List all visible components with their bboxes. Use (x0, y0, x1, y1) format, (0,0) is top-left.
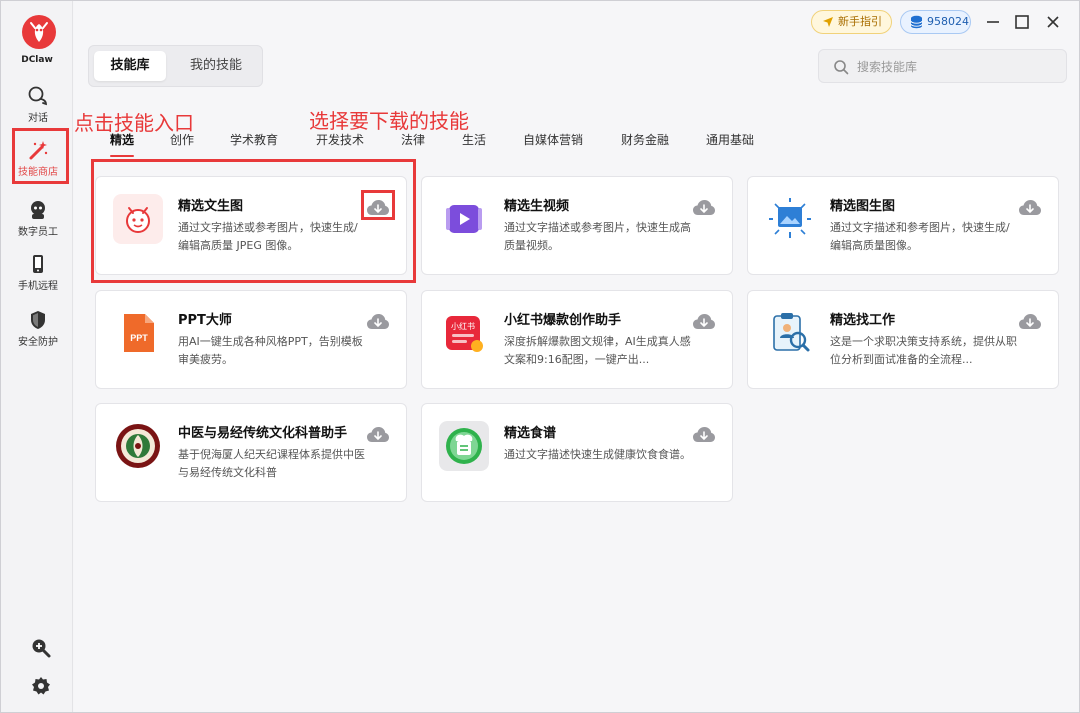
sidebar-item-phone-remote[interactable]: 手机远程 (9, 249, 67, 301)
highlight-box-download (361, 190, 395, 220)
sidebar: DClaw 对话 技能商店 数字员工 手机远程 安全防护 (1, 1, 73, 712)
cloud-download-icon[interactable] (366, 424, 390, 446)
tab-category-life[interactable]: 生活 (462, 131, 486, 148)
sidebar-item-digital-staff[interactable]: 数字员工 (9, 195, 67, 247)
app-name: DClaw (21, 55, 53, 65)
send-arrow-icon (823, 17, 833, 27)
tab-category-academic[interactable]: 学术教育 (230, 131, 278, 148)
highlight-box-skill-entry (12, 128, 69, 184)
skill-card[interactable]: 小红书 小红书爆款创作助手 深度拆解爆款图文规律，AI生成真人感文案和9:16配… (421, 290, 733, 389)
skill-title: PPT大师 (178, 313, 232, 328)
maximize-icon[interactable] (1013, 13, 1031, 31)
chef-recipe-icon (439, 421, 489, 471)
tab-category-law[interactable]: 法律 (401, 131, 425, 148)
skill-card[interactable]: 精选生视频 通过文字描述或参考图片，快速生成高质量视频。 (421, 176, 733, 275)
skill-card[interactable]: 中医与易经传统文化科普助手 基于倪海厦人纪天纪课程体系提供中医与易经传统文化科普 (95, 403, 407, 502)
cloud-download-icon[interactable] (692, 197, 716, 219)
tab-category-featured[interactable]: 精选 (110, 131, 134, 148)
skill-title: 中医与易经传统文化科普助手 (178, 426, 348, 441)
sidebar-item-label: 对话 (28, 113, 48, 124)
tab-category-dev[interactable]: 开发技术 (316, 131, 364, 148)
robot-icon (31, 201, 45, 219)
image-transform-icon (765, 194, 815, 244)
svg-text:PPT: PPT (130, 333, 148, 343)
tab-category-finance[interactable]: 财务金融 (621, 131, 669, 148)
close-icon[interactable] (1044, 13, 1062, 31)
cloud-download-icon[interactable] (692, 424, 716, 446)
guide-button[interactable]: 新手指引 (811, 10, 892, 34)
skill-description: 这是一个求职决策支持系统，提供从职位分析到面试准备的全流程... (830, 335, 1017, 366)
search-icon (834, 60, 849, 75)
resume-search-icon (765, 308, 815, 358)
credits-value: 958024 (927, 15, 969, 28)
skill-card[interactable]: 精选食谱 通过文字描述快速生成健康饮食食谱。 (421, 403, 733, 502)
tcm-seal-icon (113, 421, 163, 471)
chat-icon (28, 86, 47, 106)
annotation-select-download: 选择要下载的技能 (309, 109, 469, 133)
sidebar-item-chat[interactable]: 对话 (9, 81, 67, 133)
skill-description: 通过文字描述或参考图片，快速生成高质量视频。 (504, 221, 691, 252)
active-tab-underline (110, 155, 134, 157)
tab-category-creation[interactable]: 创作 (170, 131, 194, 148)
skill-title: 精选食谱 (504, 426, 557, 441)
skill-title: 小红书爆款创作助手 (504, 313, 622, 328)
skill-tabs: 技能库 我的技能 (88, 45, 263, 87)
sidebar-item-label: 安全防护 (18, 337, 58, 348)
sidebar-item-security[interactable]: 安全防护 (9, 305, 67, 357)
skill-description: 通过文字描述快速生成健康饮食食谱。 (504, 448, 691, 461)
video-play-icon (439, 194, 489, 244)
tab-my-skills[interactable]: 我的技能 (177, 51, 255, 81)
phone-icon (33, 255, 43, 273)
skill-title: 精选生视频 (504, 199, 570, 214)
highlight-box-selected-skill (91, 159, 416, 283)
credits-button[interactable]: 958024 (900, 10, 971, 34)
cloud-download-icon[interactable] (1018, 197, 1042, 219)
skill-description: 深度拆解爆款图文规律，AI生成真人感文案和9:16配图，一键产出... (504, 335, 691, 366)
guide-label: 新手指引 (838, 15, 882, 28)
cloud-download-icon[interactable] (1018, 311, 1042, 333)
tab-skill-library[interactable]: 技能库 (94, 51, 166, 81)
cloud-download-icon[interactable] (366, 311, 390, 333)
minimize-icon[interactable] (984, 13, 1002, 31)
skill-card[interactable]: 精选图生图 通过文字描述和参考图片，快速生成/编辑高质量图像。 (747, 176, 1059, 275)
skill-description: 用AI一键生成各种风格PPT，告别模板审美疲劳。 (178, 335, 363, 366)
xiaohongshu-badge-text: 小红书 (451, 321, 475, 331)
cloud-download-icon[interactable] (692, 311, 716, 333)
sidebar-item-label: 数字员工 (18, 227, 58, 238)
main-panel: 新手指引 958024 技能库 我的技能 点击技能入口 选择要下载的技能 精选 … (74, 1, 1079, 712)
shield-icon (31, 311, 45, 329)
ppt-file-icon: PPT (113, 308, 163, 358)
skill-card[interactable]: PPT PPT大师 用AI一键生成各种风格PPT，告别模板审美疲劳。 (95, 290, 407, 389)
tab-category-general[interactable]: 通用基础 (706, 131, 754, 148)
search-input[interactable] (857, 56, 1057, 78)
skill-description: 基于倪海厦人纪天纪课程体系提供中医与易经传统文化科普 (178, 448, 365, 479)
skill-card[interactable]: 精选找工作 这是一个求职决策支持系统，提供从职位分析到面试准备的全流程... (747, 290, 1059, 389)
skill-title: 精选找工作 (830, 313, 896, 328)
database-icon (910, 15, 923, 29)
search-box (818, 49, 1067, 83)
xiaohongshu-icon: 小红书 (439, 308, 489, 358)
zoom-icon[interactable] (30, 637, 52, 659)
category-tabs: 精选 创作 学术教育 开发技术 法律 生活 自媒体营销 财务金融 通用基础 (74, 131, 1079, 157)
gear-icon[interactable] (30, 675, 52, 697)
skill-description: 通过文字描述和参考图片，快速生成/编辑高质量图像。 (830, 221, 1010, 252)
lobster-logo-icon (22, 15, 56, 49)
tab-category-media[interactable]: 自媒体营销 (523, 131, 583, 148)
skill-title: 精选图生图 (830, 199, 896, 214)
sidebar-item-label: 手机远程 (18, 281, 58, 292)
